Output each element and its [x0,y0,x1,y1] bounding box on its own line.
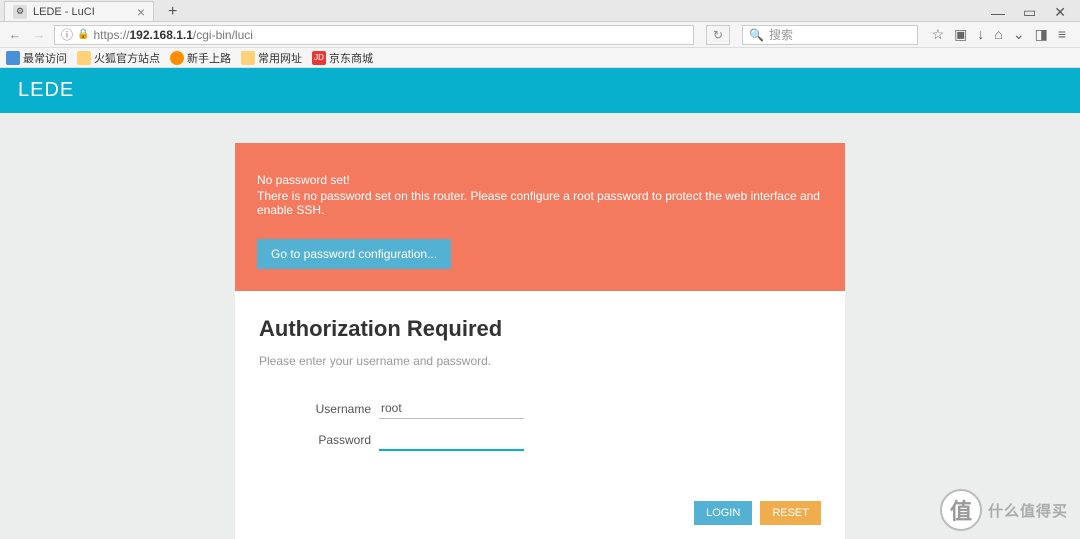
auth-hint: Please enter your username and password. [259,354,821,368]
browser-nav-bar: ← → ⓘ 🔒 https://192.168.1.1/cgi-bin/luci… [0,22,1080,48]
url-prefix: https:// [93,28,129,42]
app-brand: LEDE [18,79,74,102]
page-viewport: LEDE No password set! There is no passwo… [0,68,1080,539]
search-placeholder: 搜索 [769,26,793,43]
tab-title: LEDE - LuCI [33,6,95,18]
folder-icon [6,51,20,65]
library-icon[interactable]: ▣ [954,26,967,43]
forward-icon: → [30,27,48,42]
warning-message: There is no password set on this router.… [257,189,823,217]
tab-favicon: ⚙ [13,5,27,19]
close-window-icon[interactable]: ✕ [1054,4,1066,21]
folder-icon [241,51,255,65]
username-row: Username [259,398,821,419]
maximize-icon[interactable]: ▭ [1023,4,1036,21]
watermark: 值 什么值得买 [940,489,1068,531]
bookmark-star-icon[interactable]: ☆ [932,26,945,43]
sidebar-icon[interactable]: ◨ [1035,26,1048,43]
app-header: LEDE [0,68,1080,113]
jd-icon: JD [312,51,326,65]
minimize-icon[interactable]: — [991,5,1005,21]
password-row: Password [259,429,821,451]
username-input[interactable] [379,398,524,419]
tab-close-icon[interactable]: × [137,4,145,20]
browser-search-input[interactable]: 🔍 搜索 [742,25,918,45]
bookmark-label: 常用网址 [258,50,302,66]
menu-icon[interactable]: ≡ [1058,26,1066,43]
bookmark-firefox[interactable]: 火狐官方站点 [77,50,160,66]
folder-icon [77,51,91,65]
reset-button[interactable]: RESET [760,501,821,525]
browser-tab-strip: ⚙ LEDE - LuCI × + — ▭ ✕ [0,0,1080,22]
info-icon[interactable]: ⓘ [61,26,73,43]
bookmark-label: 新手上路 [187,50,231,66]
warning-title: No password set! [257,173,823,187]
bookmark-jd[interactable]: JD京东商城 [312,50,373,66]
url-host: 192.168.1.1 [130,28,193,42]
firefox-icon [170,51,184,65]
login-button[interactable]: LOGIN [694,501,752,525]
password-input[interactable] [379,429,524,451]
bookmark-label: 火狐官方站点 [94,50,160,66]
download-icon[interactable]: ↓ [977,26,984,43]
search-icon: 🔍 [749,28,764,42]
bookmarks-bar: 最常访问 火狐官方站点 新手上路 常用网址 JD京东商城 [0,48,1080,68]
watermark-badge: 值 [940,489,982,531]
watermark-text: 什么值得买 [988,500,1068,521]
bookmark-label: 京东商城 [329,50,373,66]
warning-banner: No password set! There is no password se… [235,143,845,291]
bookmark-most-visited[interactable]: 最常访问 [6,50,67,66]
lock-icon: 🔒 [77,29,89,40]
auth-section: Authorization Required Please enter your… [235,316,845,451]
main-panel: No password set! There is no password se… [235,143,845,539]
bookmark-getting-started[interactable]: 新手上路 [170,50,231,66]
watermark-char: 值 [950,494,972,526]
new-tab-button[interactable]: + [162,3,183,21]
home-icon[interactable]: ⌂ [994,26,1002,43]
form-actions: LOGIN RESET [235,461,845,525]
url-input[interactable]: ⓘ 🔒 https://192.168.1.1/cgi-bin/luci [54,25,694,45]
username-label: Username [259,402,379,416]
password-label: Password [259,433,379,447]
refresh-button[interactable]: ↻ [706,25,730,45]
bookmark-common[interactable]: 常用网址 [241,50,302,66]
pocket-icon[interactable]: ⌄ [1013,26,1025,43]
url-path: /cgi-bin/luci [193,28,253,42]
bookmark-label: 最常访问 [23,50,67,66]
browser-tab[interactable]: ⚙ LEDE - LuCI × [4,1,154,21]
password-config-button[interactable]: Go to password configuration... [257,239,451,269]
back-icon[interactable]: ← [6,27,24,42]
auth-heading: Authorization Required [259,316,821,342]
